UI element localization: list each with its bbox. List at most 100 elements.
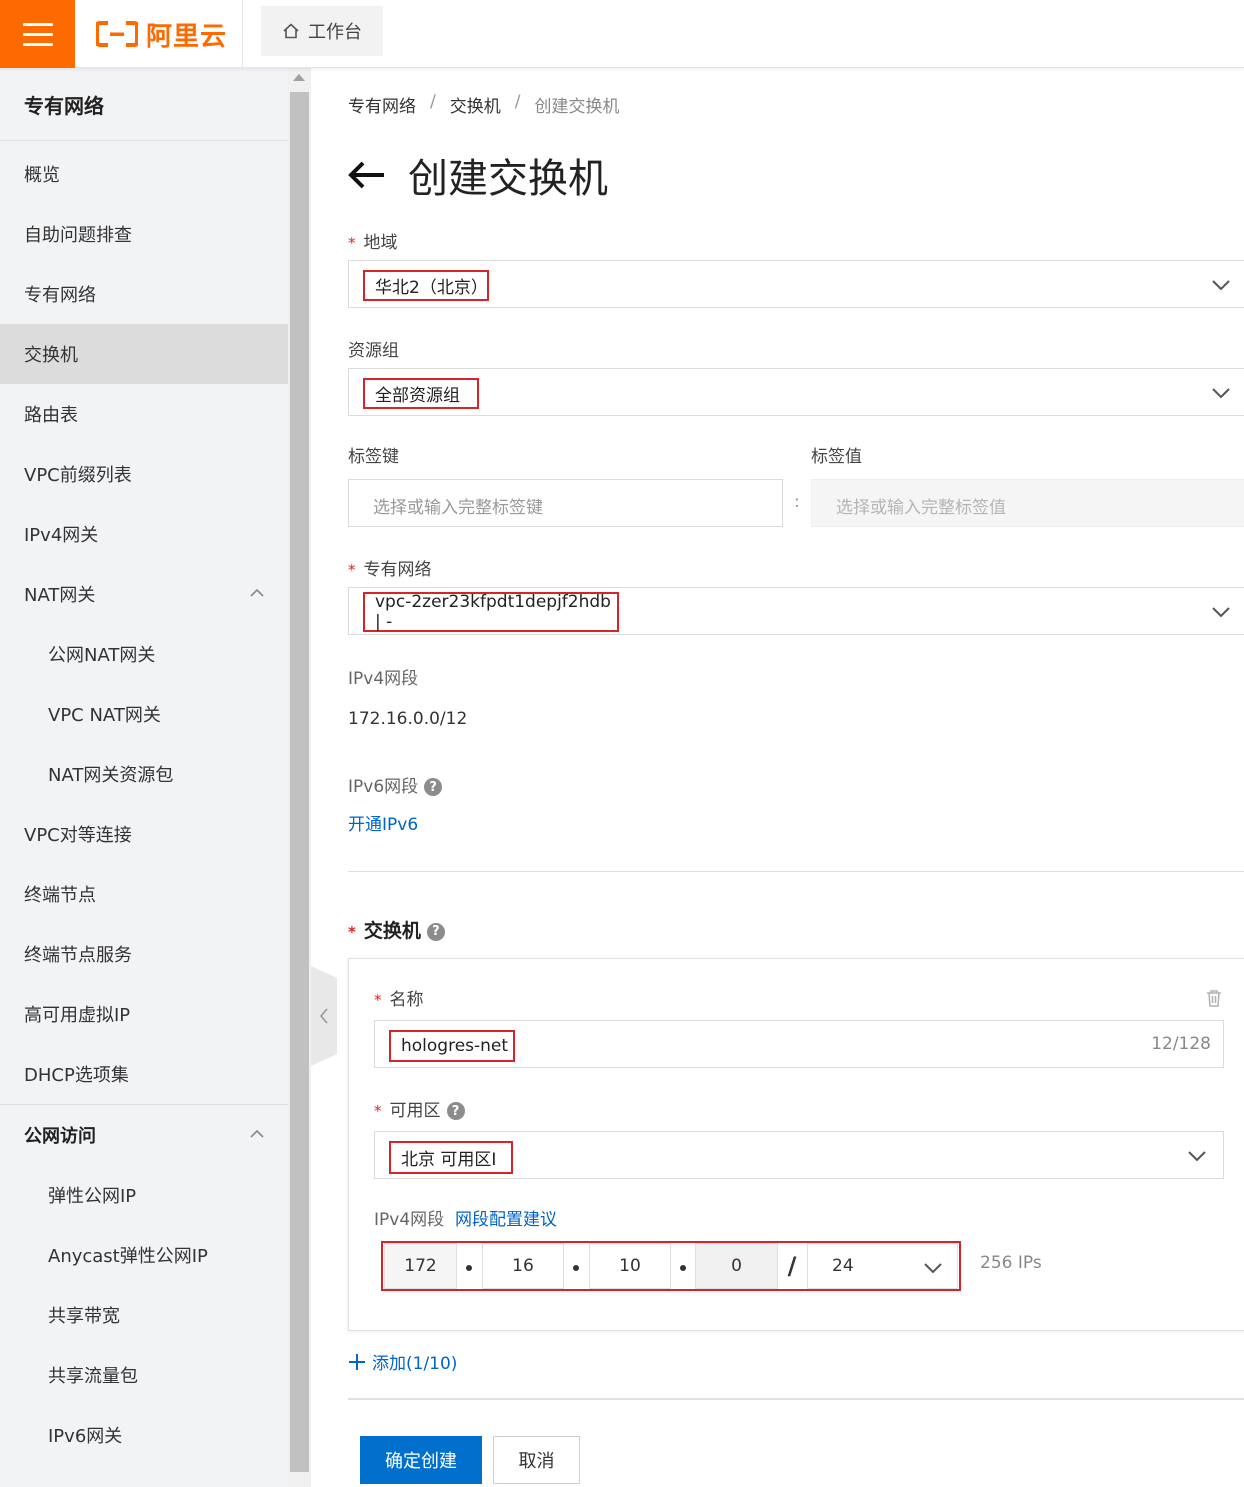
resource-group-select[interactable]: 全部资源组: [348, 368, 1244, 416]
cidr-suggestion-link[interactable]: 网段配置建议: [455, 1205, 557, 1230]
vswitch-ipv4-label: IPv4网段: [374, 1210, 445, 1230]
subnet-mask-select[interactable]: 24: [807, 1243, 958, 1289]
plus-icon: [349, 1353, 365, 1370]
sidebar-item-havip[interactable]: 高可用虚拟IP: [0, 984, 288, 1044]
sidebar-item-vpc-nat[interactable]: VPC NAT网关: [0, 684, 288, 744]
vswitch-name-value: hologres-net: [389, 1030, 515, 1062]
zone-select[interactable]: 北京 可用区I: [374, 1131, 1224, 1179]
help-icon[interactable]: ?: [426, 922, 445, 941]
add-vswitch-label: 添加(1/10): [372, 1354, 458, 1374]
ip-octet-3[interactable]: 10: [589, 1243, 671, 1289]
required-mark: *: [348, 234, 356, 252]
required-mark: *: [348, 561, 356, 579]
sidebar-scrollbar-thumb[interactable]: [290, 92, 309, 1472]
zone-label-text: 可用区: [389, 1101, 441, 1121]
name-char-counter: 12/128: [1151, 1034, 1211, 1054]
ip-octet-1: 172: [384, 1243, 457, 1289]
aliyun-logo[interactable]: 阿里云: [96, 14, 227, 54]
breadcrumb-item-vswitch[interactable]: 交换机: [450, 92, 501, 117]
required-mark: *: [348, 923, 356, 941]
sidebar-item-label: VPC NAT网关: [48, 705, 161, 726]
sidebar-item-endpoint[interactable]: 终端节点: [0, 864, 288, 924]
back-arrow-icon[interactable]: [348, 160, 386, 190]
sidebar-item-public-nat[interactable]: 公网NAT网关: [0, 624, 288, 684]
required-mark: *: [374, 1102, 382, 1120]
required-mark: *: [374, 991, 382, 1009]
ip-dot: [680, 1265, 686, 1271]
sidebar-item-label: 交换机: [24, 345, 78, 366]
breadcrumb-item-current: 创建交换机: [534, 97, 620, 117]
menu-line: [22, 32, 53, 36]
sidebar-item-self-diagnosis[interactable]: 自助问题排查: [0, 204, 288, 264]
sidebar-item-vpc-peering[interactable]: VPC对等连接: [0, 804, 288, 864]
sidebar-item-ipv6-gateway[interactable]: IPv6网关: [0, 1405, 288, 1465]
sidebar-item-route-table[interactable]: 路由表: [0, 384, 288, 444]
vswitch-card: * 名称 hologres-net 12/128 * 可用区? 北京 可用区I IP…: [348, 958, 1244, 1331]
enable-ipv6-link[interactable]: 开通IPv6: [348, 810, 418, 835]
sidebar-item-vpc[interactable]: 专有网络: [0, 264, 288, 324]
vpc-ipv4-value: 172.16.0.0/12: [348, 709, 468, 729]
trash-icon[interactable]: [1206, 989, 1222, 1007]
sidebar-title: 专有网络: [0, 68, 288, 141]
page-header: 创建交换机: [348, 146, 608, 204]
chevron-up-icon[interactable]: [250, 586, 264, 600]
chevron-up-icon[interactable]: [250, 1127, 264, 1141]
chevron-down-icon: [1212, 280, 1230, 291]
vswitch-name-input[interactable]: hologres-net 12/128: [374, 1020, 1224, 1068]
sidebar-item-nat-gateway[interactable]: NAT网关: [0, 564, 288, 624]
tag-value-input[interactable]: 选择或输入完整标签值: [811, 479, 1244, 527]
vpc-label: * 专有网络: [348, 555, 432, 580]
menu-line: [22, 22, 53, 26]
vpc-select[interactable]: vpc-2zer23kfpdt1depjf2hdb | -: [348, 587, 1244, 635]
scroll-up-arrow-icon[interactable]: [293, 74, 305, 81]
sidebar-group-label: 公网访问: [24, 1126, 96, 1147]
add-vswitch-link[interactable]: 添加(1/10): [348, 1349, 457, 1374]
sidebar-item-vswitch[interactable]: 交换机: [0, 324, 288, 384]
sidebar-item-label: 专有网络: [24, 285, 96, 306]
resource-group-value: 全部资源组: [363, 378, 479, 409]
chevron-down-icon: [1188, 1151, 1206, 1162]
sidebar-item-nat-package[interactable]: NAT网关资源包: [0, 744, 288, 804]
chevron-down-icon: [1212, 388, 1230, 399]
help-icon[interactable]: ?: [446, 1102, 465, 1120]
sidebar-item-label: 公网NAT网关: [48, 645, 156, 666]
vswitch-section-title: * 交换机?: [348, 916, 445, 943]
tag-value-placeholder: 选择或输入完整标签值: [836, 498, 1006, 518]
tag-key-input[interactable]: 选择或输入完整标签键: [348, 479, 783, 527]
sidebar-item-label: 共享流量包: [48, 1366, 138, 1387]
sidebar-item-label: 路由表: [24, 405, 78, 426]
region-label: * 地域: [348, 228, 398, 253]
tag-key-label: 标签键: [348, 447, 399, 467]
breadcrumb-item-vpc[interactable]: 专有网络: [348, 92, 416, 117]
ip-octet-2[interactable]: 16: [482, 1243, 564, 1289]
vswitch-section-label: 交换机: [363, 920, 421, 942]
workbench-button[interactable]: 工作台: [261, 6, 383, 56]
help-icon[interactable]: ?: [424, 778, 443, 796]
zone-label: * 可用区?: [374, 1096, 465, 1121]
cancel-button[interactable]: 取消: [493, 1436, 580, 1484]
tag-key-placeholder: 选择或输入完整标签键: [373, 498, 543, 518]
sidebar-group-internet-access[interactable]: 公网访问: [0, 1105, 288, 1165]
sidebar-item-ipv4-gateway[interactable]: IPv4网关: [0, 504, 288, 564]
zone-value: 北京 可用区I: [389, 1141, 513, 1174]
region-select[interactable]: 华北2（北京）: [348, 260, 1244, 308]
sidebar-item-prefix-list[interactable]: VPC前缀列表: [0, 444, 288, 504]
tag-value-label: 标签值: [811, 447, 862, 467]
sidebar-item-endpoint-service[interactable]: 终端节点服务: [0, 924, 288, 984]
sidebar-item-anycast-eip[interactable]: Anycast弹性公网IP: [0, 1225, 288, 1285]
menu-line: [22, 42, 53, 46]
sidebar-item-label: DHCP选项集: [24, 1065, 129, 1086]
confirm-create-button[interactable]: 确定创建: [360, 1436, 482, 1484]
page-title: 创建交换机: [408, 156, 608, 202]
subnet-mask-value: 24: [832, 1256, 854, 1276]
sidebar-item-label: NAT网关资源包: [48, 765, 174, 786]
sidebar-item-shared-data-plan[interactable]: 共享流量包: [0, 1345, 288, 1405]
sidebar-item-label: 弹性公网IP: [48, 1186, 137, 1207]
hamburger-menu-button[interactable]: [0, 0, 75, 68]
sidebar-item-overview[interactable]: 概览: [0, 144, 288, 204]
sidebar-item-shared-bandwidth[interactable]: 共享带宽: [0, 1285, 288, 1345]
breadcrumb: 专有网络 / 交换机 / 创建交换机: [348, 92, 619, 117]
sidebar-item-eip[interactable]: 弹性公网IP: [0, 1165, 288, 1225]
home-icon: [283, 23, 299, 39]
sidebar-item-dhcp[interactable]: DHCP选项集: [0, 1044, 288, 1104]
